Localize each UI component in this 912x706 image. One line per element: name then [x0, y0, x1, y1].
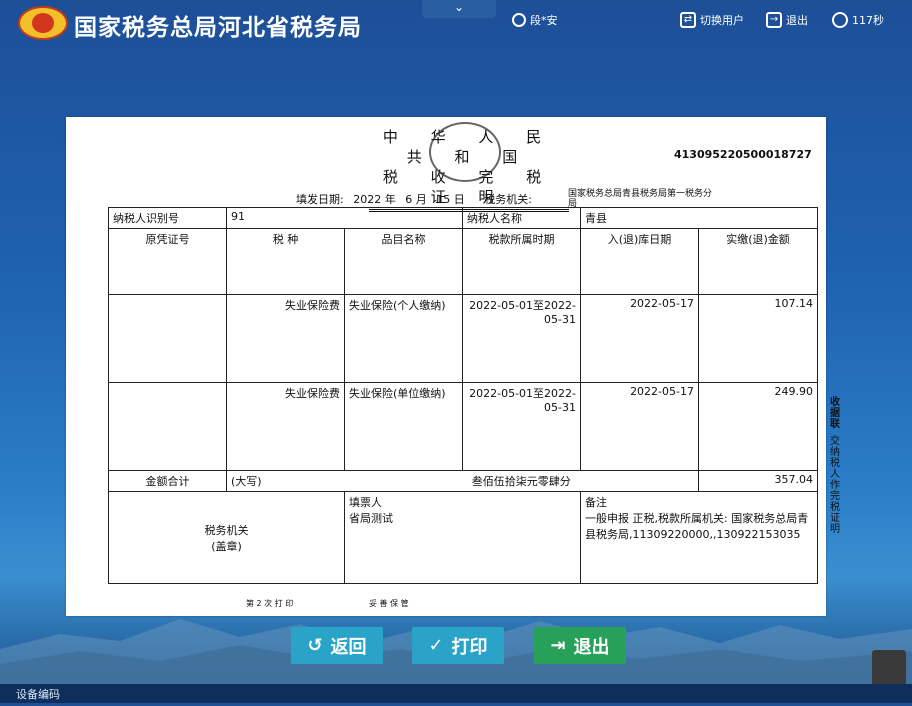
logout-button[interactable]: → 退出 [766, 12, 808, 28]
col-item: 品目名称 [344, 228, 463, 295]
exit-button[interactable]: ⇥ 退出 [534, 627, 626, 664]
switch-user-button[interactable]: ⇄ 切换用户 [680, 12, 744, 28]
item-cell: 失业保险(个人缴纳) [344, 294, 463, 383]
device-code-label: 设备编码 [16, 688, 60, 701]
taxpayer-id-value: 91 [226, 207, 463, 229]
fill-date-label: 填发日期: [296, 193, 344, 206]
date-cell: 2022-05-17 [580, 294, 699, 383]
print-label: 打印 [451, 636, 488, 658]
voucher-cell [108, 294, 227, 383]
user-icon [512, 13, 526, 27]
table-row: 失业保险费 失业保险(单位缴纳) 2022-05-01至2022-05-31 2… [108, 382, 818, 471]
chevron-down-icon: ⌄ [453, 0, 465, 14]
side-label-2: 交纳税人作完税证明 [830, 436, 840, 535]
taxpayer-name-value: 青县 [580, 207, 818, 229]
back-label: 返回 [330, 636, 367, 658]
tax-office-value: 国家税务总局青县税务局第一税务分局 [568, 189, 713, 209]
total-value: 357.04 [698, 470, 818, 492]
tax-authority-cell: 税务机关 (盖章) [108, 491, 345, 584]
print-count-note: 第 2 次 打 印 [246, 599, 294, 608]
tax-office-label: 税务机关: [484, 193, 532, 206]
fill-month: 6 月 [405, 193, 427, 206]
fill-day: 15 日 [436, 193, 465, 206]
table-header-row: 原凭证号 税 种 品目名称 税款所属时期 入(退)库日期 实缴(退)金额 [108, 228, 818, 295]
top-header: 国家税务总局河北省税务局 ⌄ 段*安 ⇄ 切换用户 → 退出 117秒 [0, 0, 912, 48]
tax-type-cell: 失业保险费 [226, 382, 345, 471]
certificate-table: 纳税人识别号 91 纳税人名称 青县 原凭证号 税 种 品目名称 税款所属时期 … [108, 207, 818, 584]
back-button[interactable]: ↺ 返回 [291, 627, 383, 664]
issuer-cell: 填票人 省局测试 [344, 491, 581, 584]
user-name: 段*安 [530, 14, 558, 27]
period-cell: 2022-05-01至2022-05-31 [462, 382, 581, 471]
voucher-cell [108, 382, 227, 471]
logout-icon: → [766, 12, 782, 28]
header-dropdown-toggle[interactable]: ⌄ [422, 0, 496, 18]
total-label: 金额合计 [108, 470, 227, 492]
seal-label: (盖章) [211, 539, 242, 553]
check-icon: ✓ [428, 635, 444, 656]
table-row: 失业保险费 失业保险(个人缴纳) 2022-05-01至2022-05-31 2… [108, 294, 818, 383]
clock-icon [832, 12, 848, 28]
bottom-status-bar: 设备编码 [0, 684, 912, 703]
tax-authority-label: 税务机关 [204, 523, 249, 537]
col-amount: 实缴(退)金额 [698, 228, 818, 295]
exit-label: 退出 [573, 636, 610, 658]
session-timer: 117秒 [832, 12, 884, 28]
official-seal-stamp [429, 122, 501, 182]
tax-emblem-logo [18, 6, 68, 40]
col-period: 税款所属时期 [462, 228, 581, 295]
issuer-value: 省局测试 [349, 512, 393, 525]
print-button[interactable]: ✓ 打印 [412, 627, 504, 664]
remark-label: 备注 [585, 496, 607, 509]
logout-label: 退出 [786, 14, 808, 27]
timer-label: 117秒 [852, 14, 884, 27]
tax-certificate: 中 华 人 民 共 和 国 税 收 完 税 证 明 41309522050001… [66, 117, 826, 616]
keep-safe-note: 妥 善 保 管 [369, 599, 409, 608]
col-date: 入(退)库日期 [580, 228, 699, 295]
total-row: 金额合计 (大写) 叁佰伍拾柒元零肆分 357.04 [108, 470, 818, 492]
date-cell: 2022-05-17 [580, 382, 699, 471]
amount-cell: 107.14 [698, 294, 818, 383]
receipt-side-label: 收据联 交纳税人作完税证明 [828, 397, 842, 535]
taxpayer-name-label: 纳税人名称 [462, 207, 581, 229]
period-cell: 2022-05-01至2022-05-31 [462, 294, 581, 383]
tax-type-cell: 失业保险费 [226, 294, 345, 383]
taxpayer-id-label: 纳税人识别号 [108, 207, 227, 229]
signature-row: 税务机关 (盖章) 填票人 省局测试 备注 一般申报 正税,税款所属机关: 国家… [108, 491, 818, 584]
fill-year: 2022 年 [353, 193, 396, 206]
site-title: 国家税务总局河北省税务局 [74, 15, 362, 41]
certificate-number: 413095220500018727 [674, 148, 812, 161]
remark-cell: 备注 一般申报 正税,税款所属机关: 国家税务总局青县税务局,113092200… [580, 491, 818, 584]
remark-value: 一般申报 正税,税款所属机关: 国家税务总局青县税务局,11309220000,… [585, 512, 809, 541]
undo-icon: ↺ [307, 635, 323, 656]
exit-icon: ⇥ [550, 635, 566, 656]
col-voucher: 原凭证号 [108, 228, 227, 295]
issuer-label: 填票人 [349, 496, 382, 509]
taxpayer-row: 纳税人识别号 91 纳税人名称 青县 [108, 207, 818, 229]
switch-icon: ⇄ [680, 12, 696, 28]
col-tax-type: 税 种 [226, 228, 345, 295]
user-info: 段*安 [512, 12, 558, 28]
fill-date-row: 填发日期: 2022 年 6 月 15 日 税务机关: [296, 191, 538, 207]
amount-cell: 249.90 [698, 382, 818, 471]
total-upper-value: 叁佰伍拾柒元零肆分 [344, 470, 699, 492]
side-label-1: 收据联 [830, 397, 840, 430]
item-cell: 失业保险(单位缴纳) [344, 382, 463, 471]
total-upper-label: (大写) [226, 470, 345, 492]
switch-user-label: 切换用户 [700, 14, 744, 27]
